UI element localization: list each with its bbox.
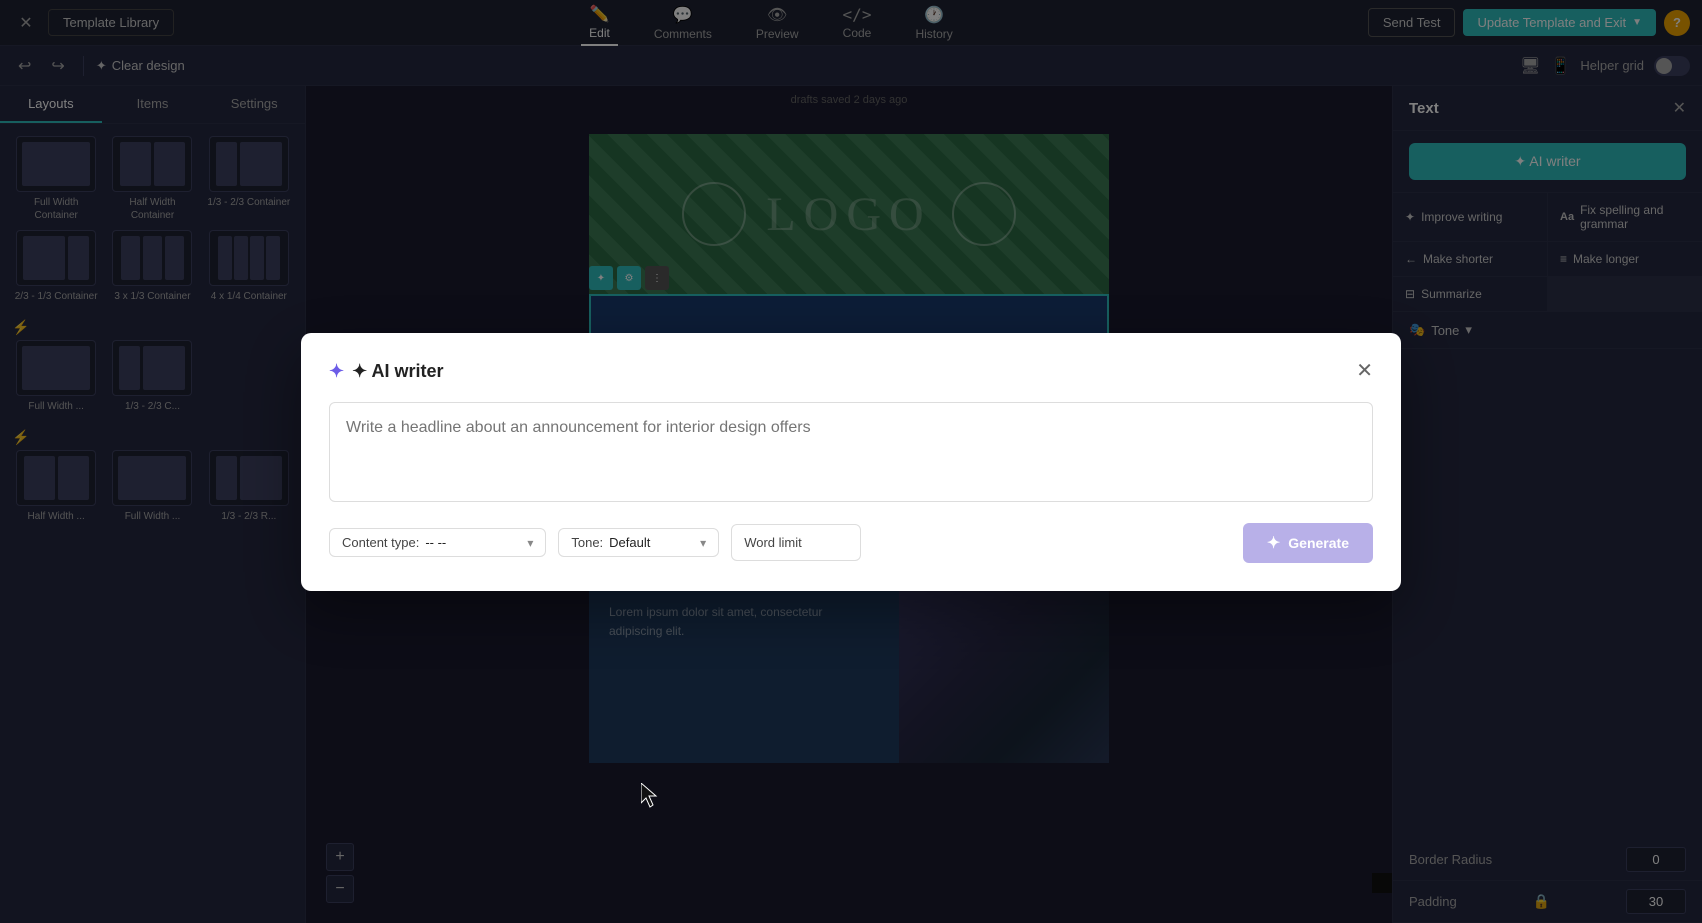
tone-group: Tone: Default Formal Casual Persuasive ▾ xyxy=(558,528,719,557)
modal-overlay[interactable]: ✦ ✦ AI writer ✕ Content type: -- -- Head… xyxy=(0,0,1702,923)
generate-label: Generate xyxy=(1288,535,1349,551)
ai-writer-modal: ✦ ✦ AI writer ✕ Content type: -- -- Head… xyxy=(301,333,1401,591)
content-type-arrow-icon: ▾ xyxy=(527,536,533,550)
content-type-select[interactable]: -- -- Headline Body text Call to action xyxy=(425,535,517,550)
content-type-label: Content type: xyxy=(342,535,419,550)
generate-button[interactable]: ✦ Generate xyxy=(1243,523,1373,563)
modal-prompt-textarea[interactable] xyxy=(329,402,1373,502)
modal-footer: Content type: -- -- Headline Body text C… xyxy=(329,523,1373,563)
modal-title-icon: ✦ xyxy=(329,361,344,382)
generate-icon: ✦ xyxy=(1267,533,1280,553)
word-limit-label: Word limit xyxy=(744,535,802,550)
content-type-group: Content type: -- -- Headline Body text C… xyxy=(329,528,546,557)
tone-modal-label: Tone: xyxy=(571,535,603,550)
word-limit-input[interactable] xyxy=(808,531,848,554)
modal-close-button[interactable]: ✕ xyxy=(1356,361,1373,381)
cursor-icon xyxy=(641,783,661,811)
word-limit-group: Word limit xyxy=(731,524,861,561)
tone-arrow-icon: ▾ xyxy=(700,536,706,550)
cursor-position xyxy=(641,783,661,816)
modal-header: ✦ ✦ AI writer ✕ xyxy=(329,361,1373,382)
tone-modal-select[interactable]: Default Formal Casual Persuasive xyxy=(609,535,690,550)
modal-title-text: ✦ AI writer xyxy=(352,361,443,382)
modal-title: ✦ ✦ AI writer xyxy=(329,361,444,382)
